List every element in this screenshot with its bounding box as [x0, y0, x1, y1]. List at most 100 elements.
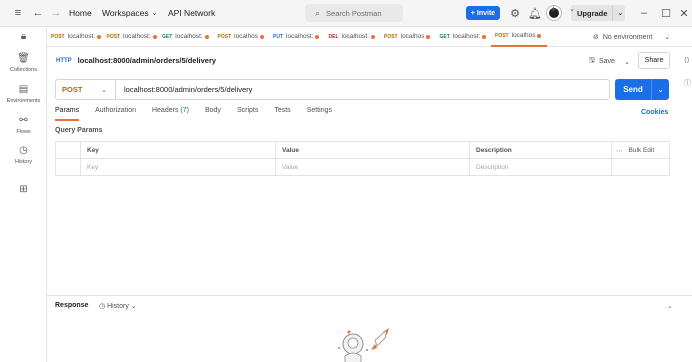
collapse-chevron-icon[interactable]: ⌄: [667, 302, 673, 310]
sidebar-item-label: History: [14, 159, 33, 165]
sidebar-item-lock[interactable]: 🔒︎: [0, 31, 47, 43]
request-tab[interactable]: POST localhost:: [103, 27, 159, 47]
tab-authorization[interactable]: Authorization: [95, 107, 136, 121]
sidebar-item-label: Collections: [10, 67, 37, 73]
right-rail: ⟨⟩ ⓘ: [684, 56, 692, 88]
forward-arrow-icon[interactable]: →: [48, 5, 64, 21]
request-tab-active[interactable]: POST localhos: [491, 27, 547, 47]
menu-icon[interactable]: ≡: [10, 5, 26, 21]
tab-label: localhost:: [341, 33, 369, 40]
chevron-down-icon: ⌄: [657, 86, 664, 94]
bell-icon[interactable]: 🔔︎: [527, 5, 543, 21]
request-name[interactable]: HTTP localhost:8000/admin/orders/5/deliv…: [56, 56, 216, 65]
method-label: POST: [62, 85, 83, 94]
save-button[interactable]: 🖫︎ Save ⌄: [589, 56, 630, 67]
flows-icon: ⚯: [19, 115, 28, 126]
cookies-link[interactable]: Cookies: [641, 109, 668, 116]
chevron-down-icon: ⌄: [617, 10, 624, 17]
gear-icon[interactable]: ⚙: [507, 5, 523, 21]
request-tab[interactable]: POST localhos: [380, 27, 436, 47]
request-tab[interactable]: POST localhost:: [47, 27, 103, 47]
key-input[interactable]: Key: [80, 159, 275, 176]
title-bar: ≡ ← → Home Workspaces ⌄ API Network ⌕ Se…: [0, 0, 692, 27]
tab-label: localhos: [234, 33, 258, 40]
tab-settings[interactable]: Settings: [307, 107, 332, 121]
tab-params[interactable]: Params: [55, 107, 80, 121]
request-tab[interactable]: PUT localhost:: [269, 27, 325, 47]
method-badge: PUT: [273, 33, 283, 40]
unsaved-dot: [537, 33, 542, 38]
request-tab[interactable]: GET localhost:: [436, 27, 492, 47]
tab-headers[interactable]: Headers (7): [152, 107, 189, 121]
unsaved-dot: [370, 34, 375, 39]
chevron-down-icon: ⌄: [623, 58, 630, 66]
url-bar: POST ⌄ localhost:8000/admin/orders/5/del…: [55, 79, 610, 100]
row-spacer: [611, 159, 669, 176]
method-badge: POST: [495, 32, 509, 39]
query-params-table: Key Value Description ⋯ Bulk Edit Key Va…: [55, 141, 670, 176]
invite-label: Invite: [476, 9, 496, 17]
chevron-down-icon: ⌄: [130, 303, 137, 310]
header-spacer: [56, 142, 80, 159]
history-icon: ◷: [19, 145, 28, 156]
sidebar-item-history[interactable]: ◷ History: [0, 145, 47, 165]
unsaved-dot: [204, 34, 209, 39]
request-tab[interactable]: GET localhost:: [158, 27, 214, 47]
tab-body[interactable]: Body: [205, 107, 221, 121]
maximize-icon[interactable]: ☐: [658, 5, 674, 21]
unsaved-dot: [97, 34, 102, 39]
http-icon: HTTP: [56, 57, 72, 64]
workspaces-menu[interactable]: Workspaces ⌄: [102, 8, 157, 18]
column-header-value: Value: [275, 142, 469, 159]
request-tab[interactable]: DEL localhost:: [325, 27, 381, 47]
chevron-down-icon[interactable]: ⌄: [569, 5, 575, 13]
close-icon[interactable]: ✕: [676, 5, 692, 21]
sidebar-item-more[interactable]: ⊞: [0, 184, 47, 196]
tab-label: localhost:: [175, 33, 203, 40]
share-button[interactable]: Share: [638, 52, 670, 69]
tab-label: localhost:: [123, 33, 151, 40]
search-placeholder: Search Postman: [326, 8, 382, 18]
sidebar-item-environments[interactable]: ▤ Environments: [0, 84, 47, 104]
method-select[interactable]: POST ⌄: [56, 80, 116, 99]
request-tab[interactable]: POST localhos: [214, 27, 270, 47]
api-network-link[interactable]: API Network: [168, 8, 215, 18]
code-icon[interactable]: ⟨⟩: [684, 56, 692, 64]
value-input[interactable]: Value: [275, 159, 469, 176]
tab-label: localhost:: [67, 33, 96, 40]
unsaved-dot: [482, 34, 487, 39]
sidebar: 🔒︎ 🗑︎ Collections ▤ Environments ⚯ Flows…: [0, 27, 47, 362]
chevron-down-icon: ⌄: [101, 86, 107, 94]
upgrade-button[interactable]: Upgrade ⌄: [571, 5, 625, 21]
unsaved-dot: [152, 34, 157, 39]
save-icon: 🖫︎: [589, 57, 595, 64]
add-tab-button[interactable]: +: [550, 4, 556, 16]
search-input[interactable]: ⌕ Search Postman: [305, 4, 403, 22]
method-badge: POST: [106, 33, 121, 40]
back-arrow-icon[interactable]: ←: [30, 5, 46, 21]
method-badge: GET: [162, 33, 173, 40]
tab-tests[interactable]: Tests: [274, 107, 290, 121]
description-input[interactable]: Description: [469, 159, 611, 176]
sidebar-item-collections[interactable]: 🗑︎ Collections: [0, 53, 47, 73]
environment-label: No environment: [602, 33, 653, 41]
method-badge: GET: [439, 33, 450, 40]
response-history-button[interactable]: ◷ History ⌄: [99, 302, 137, 310]
method-badge: POST: [51, 33, 65, 40]
send-button[interactable]: Send ⌄: [615, 79, 669, 100]
info-icon[interactable]: ⓘ: [684, 78, 692, 88]
invite-button[interactable]: + Invite: [466, 6, 500, 20]
home-link[interactable]: Home: [69, 8, 92, 18]
search-icon: ⌕: [315, 7, 321, 18]
environment-selector[interactable]: ⊘ No environment ⌄: [593, 30, 670, 44]
tab-scripts[interactable]: Scripts: [237, 107, 258, 121]
minimize-icon[interactable]: –: [636, 5, 652, 21]
sidebar-item-label: Flows: [16, 129, 31, 135]
more-icon: ⋯: [616, 147, 623, 155]
url-input[interactable]: localhost:8000/admin/orders/5/delivery: [116, 85, 252, 94]
request-title: localhost:8000/admin/orders/5/delivery: [77, 56, 217, 65]
environment-icon: ⊘: [593, 34, 599, 41]
bulk-edit-button[interactable]: ⋯ Bulk Edit: [611, 142, 669, 159]
chevron-down-icon: ⌄: [664, 34, 671, 41]
sidebar-item-flows[interactable]: ⚯ Flows: [0, 115, 47, 135]
